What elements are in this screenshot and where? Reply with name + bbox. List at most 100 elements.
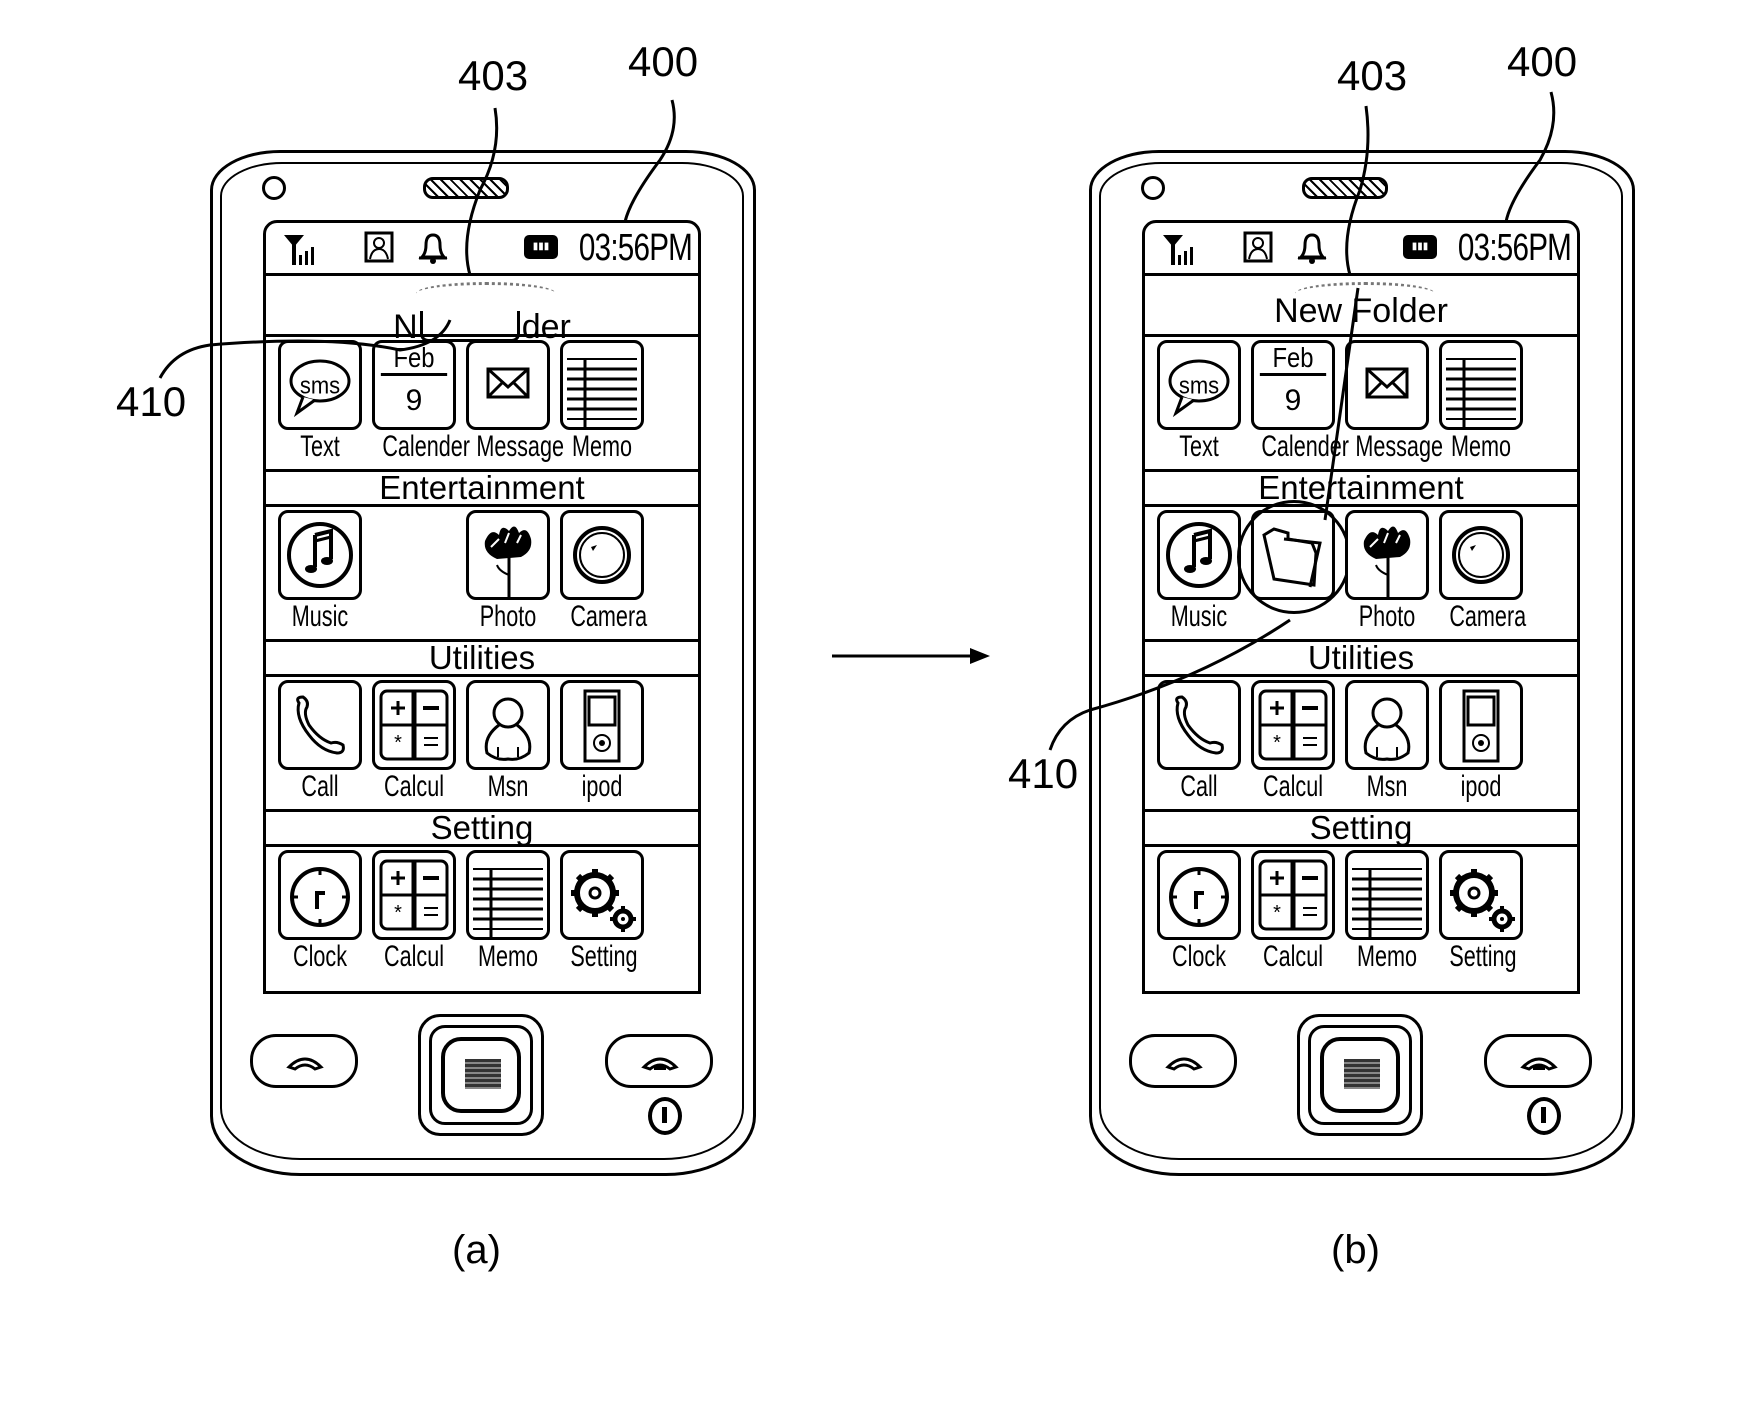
envelope-icon xyxy=(486,367,530,399)
app-msn[interactable]: Msn xyxy=(464,680,552,802)
clock-icon xyxy=(1169,867,1229,927)
calculator-icon: * xyxy=(379,859,449,931)
app-call[interactable]: Call xyxy=(1155,680,1243,802)
app-calcul[interactable]: * Calcul xyxy=(370,850,458,972)
app-setting[interactable]: Setting xyxy=(558,850,646,972)
app-tile[interactable] xyxy=(1439,850,1523,940)
app-tile[interactable]: sms xyxy=(278,340,362,430)
app-label: Memo xyxy=(1356,940,1418,973)
app-label: Text xyxy=(1179,430,1219,463)
app-tile[interactable] xyxy=(1345,510,1429,600)
app-row: Music Photo Camera xyxy=(266,504,698,639)
music-icon xyxy=(1166,522,1232,588)
ref-label-400: 400 xyxy=(628,38,699,85)
status-bar: ▮▮▮ 03:56PM xyxy=(1145,223,1577,276)
app-label: Msn xyxy=(487,770,529,803)
app-photo[interactable]: Photo xyxy=(1343,510,1431,632)
contact-icon xyxy=(364,231,394,263)
signal-icon xyxy=(284,235,314,265)
app-memo[interactable]: Memo xyxy=(1437,340,1525,462)
app-text[interactable]: sms Text xyxy=(276,340,364,462)
app-camera[interactable]: Camera xyxy=(1437,510,1526,632)
call-button[interactable] xyxy=(1129,1034,1237,1088)
ref-label-400: 400 xyxy=(1507,38,1578,85)
app-calcul[interactable]: * Calcul xyxy=(370,680,458,802)
app-folder-icon[interactable] xyxy=(1237,500,1351,614)
app-memo[interactable]: Memo xyxy=(1343,850,1431,972)
app-row: Clock * Calcul Memo Setting xyxy=(266,844,698,979)
app-call[interactable]: Call xyxy=(276,680,364,802)
app-label: Clock xyxy=(292,940,347,973)
app-ipod[interactable]: ipod xyxy=(558,680,646,802)
app-label: ipod xyxy=(581,770,623,803)
app-label: Calcul xyxy=(383,770,445,803)
app-row: Call * Calcul Msn ipod xyxy=(1145,674,1577,809)
app-ipod[interactable]: ipod xyxy=(1437,680,1525,802)
end-call-button[interactable] xyxy=(605,1034,713,1088)
app-music[interactable]: Music xyxy=(1155,510,1243,632)
app-tile[interactable]: sms xyxy=(1157,340,1241,430)
app-music[interactable]: Music xyxy=(276,510,364,632)
app-camera[interactable]: Camera xyxy=(558,510,647,632)
app-tile[interactable] xyxy=(278,850,362,940)
app-tile[interactable] xyxy=(1157,680,1241,770)
app-calender[interactable]: Feb 9 Calender xyxy=(1249,340,1349,462)
home-button[interactable] xyxy=(1297,1014,1423,1136)
app-setting[interactable]: Setting xyxy=(1437,850,1525,972)
calendar-day: 9 xyxy=(405,384,423,417)
app-msn[interactable]: Msn xyxy=(1343,680,1431,802)
app-clock[interactable]: Clock xyxy=(1155,850,1243,972)
app-tile[interactable]: * xyxy=(1251,680,1335,770)
app-tile[interactable] xyxy=(466,850,550,940)
section-header-entertainment: Entertainment xyxy=(266,469,698,507)
calendar-icon[interactable]: Feb 9 xyxy=(1251,340,1335,430)
app-tile[interactable]: * xyxy=(372,850,456,940)
app-tile[interactable]: * xyxy=(1251,850,1335,940)
app-memo[interactable]: Memo xyxy=(464,850,552,972)
app-tile[interactable] xyxy=(560,680,644,770)
flower-icon xyxy=(1363,526,1411,599)
music-icon xyxy=(287,522,353,588)
app-tile[interactable] xyxy=(560,510,644,600)
app-label: Calcul xyxy=(1262,770,1324,803)
calendar-icon[interactable]: Feb 9 xyxy=(372,340,456,430)
envelope-icon xyxy=(1365,367,1409,399)
app-tile[interactable] xyxy=(1345,340,1429,430)
app-label: Memo xyxy=(477,940,539,973)
app-tile[interactable] xyxy=(1157,850,1241,940)
end-call-button[interactable] xyxy=(1484,1034,1592,1088)
app-text[interactable]: sms Text xyxy=(1155,340,1243,462)
ipod-icon xyxy=(583,689,621,763)
app-tile[interactable] xyxy=(1345,680,1429,770)
app-tile[interactable] xyxy=(278,510,362,600)
app-tile[interactable] xyxy=(1345,850,1429,940)
app-message[interactable]: Message xyxy=(464,340,564,462)
app-clock[interactable]: Clock xyxy=(276,850,364,972)
app-tile[interactable] xyxy=(1439,340,1523,430)
folder-title-bar[interactable]: Nder xyxy=(266,276,698,346)
status-bar: ▮▮▮ 03:56PM xyxy=(266,223,698,276)
app-tile[interactable] xyxy=(560,340,644,430)
call-button[interactable] xyxy=(250,1034,358,1088)
app-calcul[interactable]: * Calcul xyxy=(1249,680,1337,802)
app-tile[interactable] xyxy=(466,340,550,430)
app-tile[interactable] xyxy=(560,850,644,940)
app-message[interactable]: Message xyxy=(1343,340,1443,462)
calendar-month: Feb xyxy=(380,343,448,376)
app-calender[interactable]: Feb 9 Calender xyxy=(370,340,470,462)
app-photo[interactable]: Photo xyxy=(464,510,552,632)
app-tile[interactable] xyxy=(466,680,550,770)
app-tile[interactable] xyxy=(466,510,550,600)
power-icon[interactable] xyxy=(1527,1097,1561,1135)
app-tile[interactable] xyxy=(1157,510,1241,600)
app-tile[interactable] xyxy=(278,680,362,770)
app-tile[interactable]: * xyxy=(372,680,456,770)
app-label: Setting xyxy=(570,940,638,973)
folder-title-bar[interactable]: New Folder xyxy=(1145,276,1577,337)
app-calcul[interactable]: * Calcul xyxy=(1249,850,1337,972)
home-button[interactable] xyxy=(418,1014,544,1136)
power-icon[interactable] xyxy=(648,1097,682,1135)
app-memo[interactable]: Memo xyxy=(558,340,646,462)
app-tile[interactable] xyxy=(1439,510,1523,600)
app-tile[interactable] xyxy=(1439,680,1523,770)
